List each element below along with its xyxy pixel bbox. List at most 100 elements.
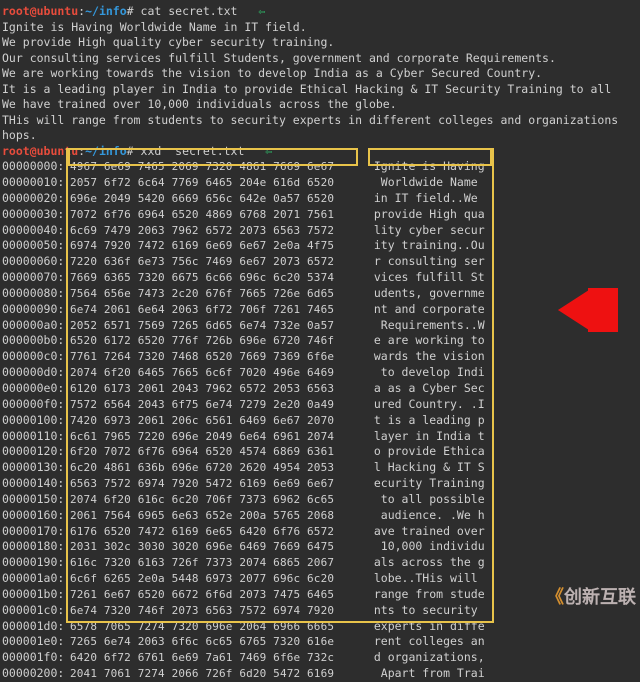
- xxd-row: 00000200:2041 7061 7274 2066 726f 6d20 5…: [2, 666, 640, 682]
- xxd-row: 00000030:7072 6f76 6964 6520 4869 6768 2…: [2, 207, 640, 223]
- xxd-row: 000000b0:6520 6172 6520 776f 726b 696e 6…: [2, 333, 640, 349]
- hex-bytes: 7564 656e 7473 2c20 676f 7665 726e 6d65: [70, 287, 360, 302]
- output-line: THis will range from students to securit…: [2, 113, 640, 129]
- cursor-icon: ⇦: [258, 4, 265, 18]
- xxd-row: 00000090:6e74 2061 6e64 2063 6f72 706f 7…: [2, 302, 640, 318]
- ascii: ured Country. .I: [360, 397, 485, 413]
- xxd-row: 00000170:6176 6520 7472 6169 6e65 6420 6…: [2, 524, 640, 540]
- ascii: experts in diffe: [360, 619, 485, 635]
- offset: 00000030:: [2, 207, 70, 223]
- hex-bytes: 6176 6520 7472 6169 6e65 6420 6f76 6572: [70, 525, 360, 540]
- hex-bytes: 6c69 7479 2063 7962 6572 2073 6563 7572: [70, 224, 360, 239]
- ascii: Apart from Trai: [360, 666, 485, 682]
- offset: 000000f0:: [2, 397, 70, 413]
- xxd-row: 00000060:7220 636f 6e73 756c 7469 6e67 2…: [2, 254, 640, 270]
- offset: 00000080:: [2, 286, 70, 302]
- hex-bytes: 6120 6173 2061 2043 7962 6572 2053 6563: [70, 382, 360, 397]
- ascii: Worldwide Name: [360, 175, 485, 191]
- hex-bytes: 7761 7264 7320 7468 6520 7669 7369 6f6e: [70, 350, 360, 365]
- output-line: We have trained over 10,000 individuals …: [2, 97, 640, 113]
- offset: 00000110:: [2, 429, 70, 445]
- ascii: o provide Ethica: [360, 444, 485, 460]
- hex-bytes: 2031 302c 3030 3020 696e 6469 7669 6475: [70, 540, 360, 555]
- ascii: ecurity Training: [360, 476, 485, 492]
- xxd-row: 000001d0:6578 7065 7274 7320 696e 2064 6…: [2, 619, 640, 635]
- ascii: e are working to: [360, 333, 485, 349]
- ascii: a as a Cyber Sec: [360, 381, 485, 397]
- offset: 000000c0:: [2, 349, 70, 365]
- xxd-row: 00000110:6c61 7965 7220 696e 2049 6e64 6…: [2, 429, 640, 445]
- xxd-row: 00000040:6c69 7479 2063 7962 6572 2073 6…: [2, 223, 640, 239]
- ascii: nts to security: [360, 603, 485, 619]
- hex-bytes: 2057 6f72 6c64 7769 6465 204e 616d 6520: [70, 176, 360, 191]
- ascii: 10,000 individu: [360, 539, 485, 555]
- ascii: als across the g: [360, 555, 485, 571]
- offset: 00000180:: [2, 539, 70, 555]
- offset: 00000150:: [2, 492, 70, 508]
- output-line: It is a leading player in India to provi…: [2, 82, 640, 98]
- ascii: d organizations,: [360, 650, 485, 666]
- offset: 000001f0:: [2, 650, 70, 666]
- xxd-row: 000001a0:6c6f 6265 2e0a 5448 6973 2077 6…: [2, 571, 640, 587]
- prompt-line-1[interactable]: root@ubuntu:~/info# cat secret.txt ⇦: [2, 4, 640, 20]
- offset: 000000a0:: [2, 318, 70, 334]
- ascii: ity training..Ou: [360, 238, 485, 254]
- xxd-row: 00000000:4967 6e69 7465 2069 7320 4861 7…: [2, 159, 640, 175]
- hex-bytes: 6f20 7072 6f76 6964 6520 4574 6869 6361: [70, 445, 360, 460]
- ascii: vices fulfill St: [360, 270, 485, 286]
- hex-bytes: 7669 6365 7320 6675 6c66 696c 6c20 5374: [70, 271, 360, 286]
- offset: 00000060:: [2, 254, 70, 270]
- command-xxd: xxd secret.txt: [141, 144, 245, 158]
- offset: 00000090:: [2, 302, 70, 318]
- output-line: We are working towards the vision to dev…: [2, 66, 640, 82]
- ascii: ave trained over: [360, 524, 485, 540]
- xxd-row: 00000130:6c20 4861 636b 696e 6720 2620 4…: [2, 460, 640, 476]
- xxd-row: 000001b0:7261 6e67 6520 6672 6f6d 2073 7…: [2, 587, 640, 603]
- ascii: t is a leading p: [360, 413, 485, 429]
- offset: 000001c0:: [2, 603, 70, 619]
- hex-bytes: 6520 6172 6520 776f 726b 696e 6720 746f: [70, 334, 360, 349]
- xxd-row: 000001e0:7265 6e74 2063 6f6c 6c65 6765 7…: [2, 634, 640, 650]
- output-line: Ignite is Having Worldwide Name in IT fi…: [2, 20, 640, 36]
- offset: 000000b0:: [2, 333, 70, 349]
- ascii: Ignite is Having: [360, 159, 485, 175]
- prompt-line-2[interactable]: root@ubuntu:~/info# xxd secret.txt ⇦: [2, 144, 640, 160]
- hex-bytes: 7572 6564 2043 6f75 6e74 7279 2e20 0a49: [70, 398, 360, 413]
- prompt-user: root@ubuntu: [2, 4, 78, 18]
- hex-bytes: 696e 2049 5420 6669 656c 642e 0a57 6520: [70, 192, 360, 207]
- offset: 00000130:: [2, 460, 70, 476]
- hex-bytes: 6e74 7320 746f 2073 6563 7572 6974 7920: [70, 604, 360, 619]
- xxd-row: 00000140:6563 7572 6974 7920 5472 6169 6…: [2, 476, 640, 492]
- hex-bytes: 6578 7065 7274 7320 696e 2064 6966 6665: [70, 620, 360, 635]
- hex-bytes: 6c20 4861 636b 696e 6720 2620 4954 2053: [70, 461, 360, 476]
- ascii: Requirements..W: [360, 318, 485, 334]
- prompt-path: ~/info: [85, 4, 127, 18]
- xxd-row: 000000d0:2074 6f20 6465 7665 6c6f 7020 4…: [2, 365, 640, 381]
- xxd-row: 000000a0:2052 6571 7569 7265 6d65 6e74 7…: [2, 318, 640, 334]
- output-line: We provide High quality cyber security t…: [2, 35, 640, 51]
- offset: 00000160:: [2, 508, 70, 524]
- offset: 00000020:: [2, 191, 70, 207]
- offset: 00000010:: [2, 175, 70, 191]
- offset: 000001b0:: [2, 587, 70, 603]
- command-cat: cat secret.txt: [141, 4, 238, 18]
- ascii: to all possible: [360, 492, 485, 508]
- xxd-row: 000000c0:7761 7264 7320 7468 6520 7669 7…: [2, 349, 640, 365]
- xxd-row: 000001f0:6420 6f72 6761 6e69 7a61 7469 6…: [2, 650, 640, 666]
- ascii: nt and corporate: [360, 302, 485, 318]
- hex-bytes: 6563 7572 6974 7920 5472 6169 6e69 6e67: [70, 477, 360, 492]
- hex-bytes: 6420 6f72 6761 6e69 7a61 7469 6f6e 732c: [70, 651, 360, 666]
- ascii: r consulting ser: [360, 254, 485, 270]
- offset: 00000200:: [2, 666, 70, 682]
- output-line: hops.: [2, 128, 640, 144]
- hex-bytes: 7261 6e67 6520 6672 6f6d 2073 7475 6465: [70, 588, 360, 603]
- ascii: lobe..THis will: [360, 571, 485, 587]
- xxd-row: 00000010:2057 6f72 6c64 7769 6465 204e 6…: [2, 175, 640, 191]
- hex-bytes: 2061 7564 6965 6e63 652e 200a 5765 2068: [70, 509, 360, 524]
- xxd-row: 000001c0:6e74 7320 746f 2073 6563 7572 6…: [2, 603, 640, 619]
- watermark: 《创新互联: [546, 585, 636, 609]
- ascii: audience. .We h: [360, 508, 485, 524]
- xxd-row: 00000150:2074 6f20 616c 6c20 706f 7373 6…: [2, 492, 640, 508]
- offset: 00000040:: [2, 223, 70, 239]
- hex-bytes: 2074 6f20 6465 7665 6c6f 7020 496e 6469: [70, 366, 360, 381]
